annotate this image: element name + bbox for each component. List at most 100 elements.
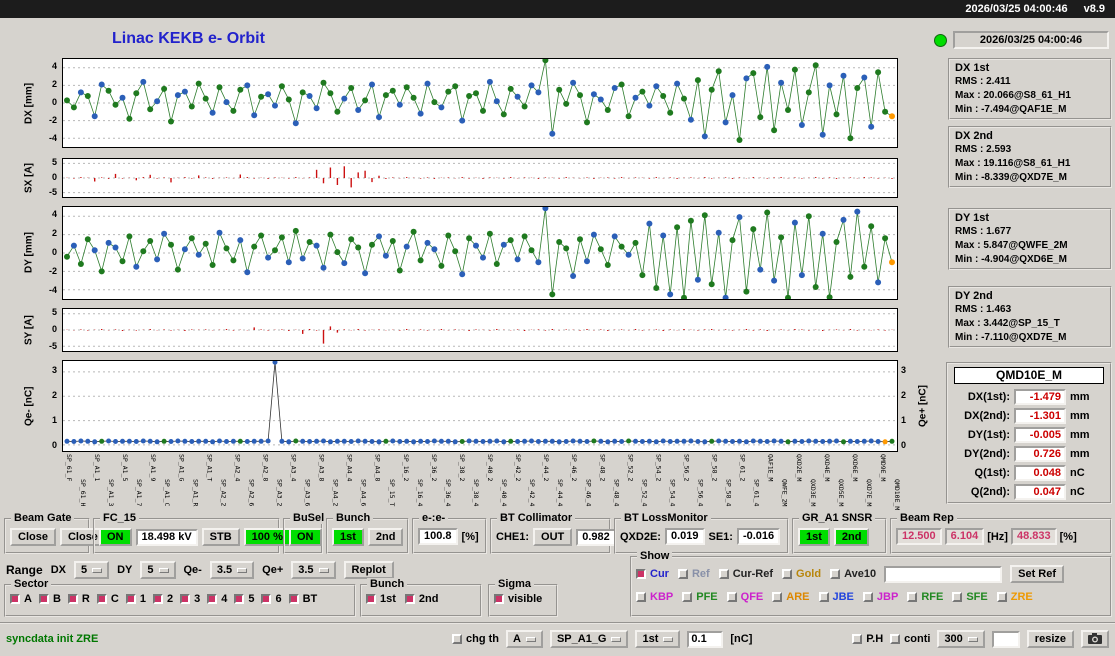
toggle-label: B: [53, 593, 61, 605]
range-qe-minus-dropdown[interactable]: 3.5: [210, 561, 254, 579]
monitor-row: Q(2nd): 0.047 nC: [952, 482, 1106, 501]
toggle-4[interactable]: 4: [207, 593, 227, 605]
toggle-cur[interactable]: Cur: [636, 568, 669, 580]
checkbox: [234, 594, 244, 604]
gr-a1-snsr-group: GR_A1 SNSR 1st 2nd: [792, 518, 887, 554]
gr-a1-2nd-button[interactable]: 2nd: [834, 528, 870, 546]
fc15-voltage-display: 18.498 kV: [136, 529, 198, 546]
toggle-ref[interactable]: Ref: [678, 568, 710, 580]
toggle-ave10[interactable]: Ave10: [830, 568, 876, 580]
toggle-are[interactable]: ARE: [772, 591, 809, 603]
toggle-zre[interactable]: ZRE: [997, 591, 1033, 603]
dropdown-indicator-icon: [968, 637, 978, 642]
dropdown-indicator-icon: [159, 568, 169, 573]
toggle-b[interactable]: B: [39, 593, 61, 605]
sector-group: Sector ABRC123456BT: [4, 584, 356, 617]
x-axis-label: SP_52_4: [640, 479, 647, 506]
resize-button[interactable]: resize: [1027, 630, 1074, 648]
toggle-pfe[interactable]: PFE: [682, 591, 717, 603]
monitor-title: QMD10E_M: [954, 367, 1104, 384]
ee-ratio-unit: [%]: [462, 531, 479, 543]
extra-input[interactable]: [992, 631, 1020, 648]
toggle-cur-ref[interactable]: Cur-Ref: [719, 568, 773, 580]
conti-toggle[interactable]: conti: [890, 633, 930, 645]
x-axis-label: QXD7E_M: [865, 479, 872, 506]
range-dx-dropdown[interactable]: 5: [74, 561, 109, 579]
fc15-stb-button[interactable]: STB: [202, 528, 240, 546]
toggle-2[interactable]: 2: [153, 593, 173, 605]
stats-rms: RMS : 1.463: [955, 303, 1105, 317]
gr-a1-1st-button[interactable]: 1st: [798, 528, 830, 546]
x-axis-label: SP_46_4: [584, 479, 591, 506]
toggle-jbe[interactable]: JBE: [819, 591, 854, 603]
chg-th-toggle[interactable]: chg th: [452, 633, 499, 645]
element-dropdown[interactable]: SP_A1_G: [550, 630, 629, 648]
channel-dropdown[interactable]: A: [506, 630, 543, 648]
x-axis-label: QAF1E_M: [767, 454, 774, 481]
checkbox: [180, 594, 190, 604]
toggle-1st[interactable]: 1st: [366, 593, 396, 605]
toggle-sfe[interactable]: SFE: [952, 591, 987, 603]
checkbox: [636, 592, 646, 602]
tick-label: 0: [52, 247, 57, 257]
che1-out-button[interactable]: OUT: [533, 528, 572, 546]
tick-label: 2: [52, 390, 57, 400]
toggle-visible[interactable]: visible: [494, 593, 542, 605]
x-axis-label: SP_58_4: [725, 479, 732, 506]
sy-axis-ticks: 50-5: [38, 308, 60, 352]
checkbox: [772, 592, 782, 602]
x-axis-label: SP_A1_R: [191, 479, 198, 506]
toggle-kbp[interactable]: KBP: [636, 591, 673, 603]
threshold-input[interactable]: [687, 631, 723, 648]
bunch-2nd-button[interactable]: 2nd: [368, 528, 404, 546]
bunch-1st-button[interactable]: 1st: [332, 528, 364, 546]
se1-value-display: -0.016: [737, 528, 780, 545]
dy-plot: [62, 206, 898, 300]
toggle-jbp[interactable]: JBP: [863, 591, 898, 603]
monitor-unit: nC: [1070, 486, 1085, 498]
ee-ratio-title: e-:e-: [419, 512, 448, 524]
fc15-on-button[interactable]: ON: [99, 528, 132, 546]
x-axis-label: QXD5E_M: [837, 479, 844, 506]
ref-name-input[interactable]: [884, 566, 1002, 583]
snapshot-button[interactable]: [1081, 630, 1109, 648]
x-axis-label: SP_40_4: [500, 479, 507, 506]
dropdown-indicator-icon: [237, 568, 247, 573]
set-ref-button[interactable]: Set Ref: [1010, 565, 1064, 583]
toggle-3[interactable]: 3: [180, 593, 200, 605]
toggle-bt[interactable]: BT: [289, 593, 318, 605]
toggle-5[interactable]: 5: [234, 593, 254, 605]
beam-gate-close-button-1[interactable]: Close: [10, 528, 56, 546]
ph-toggle[interactable]: P.H: [852, 633, 883, 645]
toggle-rfe[interactable]: RFE: [907, 591, 943, 603]
x-axis-label: SP_A3_2: [276, 479, 283, 506]
busel-on-button[interactable]: ON: [289, 528, 322, 546]
toggle-6[interactable]: 6: [261, 593, 281, 605]
qe-plus-axis-title: Qe+ [nC]: [916, 360, 930, 452]
replot-button[interactable]: Replot: [344, 561, 394, 579]
beam-gate-title: Beam Gate: [11, 512, 74, 524]
toggle-1[interactable]: 1: [126, 593, 146, 605]
count-dropdown[interactable]: 300: [937, 630, 984, 648]
bt-lossmonitor-group: BT LossMonitor QXD2E: 0.019 SE1: -0.016: [614, 518, 789, 554]
toggle-gold[interactable]: Gold: [782, 568, 821, 580]
stats-min: Min : -4.904@QXD6E_M: [955, 253, 1105, 267]
toggle-2nd[interactable]: 2nd: [405, 593, 439, 605]
toggle-qfe[interactable]: QFE: [727, 591, 764, 603]
checkbox: [289, 594, 299, 604]
checkbox: [39, 594, 49, 604]
toggle-r[interactable]: R: [68, 593, 90, 605]
monitor-label: DX(2nd):: [952, 410, 1010, 422]
show-options-row-1: Cur Ref Cur-Ref Gold Ave10: [636, 568, 876, 580]
bunch-dropdown[interactable]: 1st: [635, 630, 680, 648]
dy-1st-stats: DY 1st RMS : 1.677 Max : 5.847@QWFE_2M M…: [948, 208, 1112, 270]
range-dy-dropdown[interactable]: 5: [140, 561, 175, 579]
x-axis-label: SP_15_T: [388, 479, 395, 506]
x-axis-label: SP_48_4: [612, 479, 619, 506]
toggle-c[interactable]: C: [97, 593, 119, 605]
range-qe-plus-dropdown[interactable]: 3.5: [291, 561, 335, 579]
dropdown-indicator-icon: [611, 637, 621, 642]
x-axis-label: SP_61_F: [65, 454, 72, 481]
toggle-a[interactable]: A: [10, 593, 32, 605]
toggle-label: ARE: [786, 591, 809, 603]
